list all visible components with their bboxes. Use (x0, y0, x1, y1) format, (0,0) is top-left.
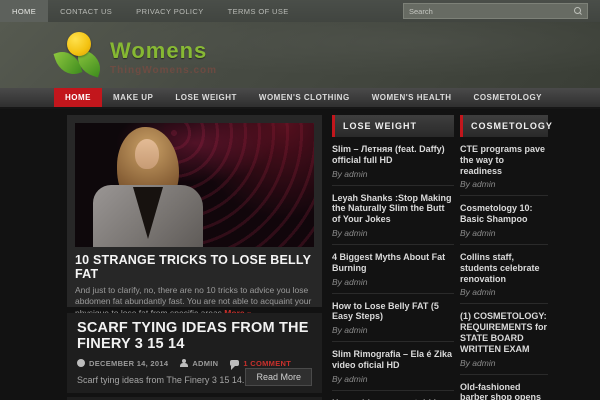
post-meta: DECEMBER 14, 2014 ADMIN 1 COMMENT (77, 358, 312, 371)
post-comments[interactable]: 1 COMMENT (243, 359, 291, 368)
read-more-button[interactable]: Read More (245, 368, 312, 386)
sidebar-post[interactable]: CTE programs pave the way to readiness B… (460, 137, 548, 197)
sidebar-post-byline: By admin (460, 357, 496, 368)
featured-slider: 10 STRANGE TRICKS TO LOSE BELLY FAT And … (67, 115, 322, 338)
sidebar-post-byline: By admin (460, 179, 496, 190)
sidebar-post-title[interactable]: Slim Rimografia – Ela é Zika video ofici… (332, 349, 454, 371)
sidebar-post[interactable]: (1) COSMETOLOGY: REQUIREMENTS for STATE … (460, 304, 548, 375)
sidebar-post[interactable]: Collins staff, students celebrate renova… (460, 245, 548, 305)
sidebar-post-byline: By admin (332, 325, 368, 336)
site-title: Womens (110, 38, 208, 63)
sidebar-post-title[interactable]: How to Lose Belly FAT (5 Easy Steps) (332, 301, 454, 323)
sidebar-post-title[interactable]: Leyah Shanks :Stop Making the Naturally … (332, 193, 454, 225)
topbar-link-contact[interactable]: CONTACT US (48, 0, 124, 22)
sidebar-post-byline: By admin (332, 276, 368, 287)
nav-item-cosmetology[interactable]: COSMETOLOGY (463, 88, 553, 107)
post-title[interactable]: SCARF TYING IDEAS FROM THE FINERY 3 15 1… (77, 320, 312, 353)
sidebar-post-title[interactable]: Old-fashioned barber shop opens in Hamle… (460, 382, 548, 400)
site-logo[interactable]: Womens ThingWomens.com (53, 30, 218, 80)
sidebar-post-title[interactable]: Cosmetology 10: Basic Shampoo (460, 203, 548, 225)
nav-item-womens-health[interactable]: WOMEN'S HEALTH (361, 88, 463, 107)
widget-title: COSMETOLOGY (460, 115, 552, 137)
topbar-link-terms[interactable]: TERMS OF USE (216, 0, 301, 22)
sidebar-post-byline: By admin (332, 168, 368, 179)
sidebar-post-byline: By admin (460, 227, 496, 238)
sidebar-post-title[interactable]: 4 Biggest Myths About Fat Burning (332, 252, 454, 274)
sidebar-post-title[interactable]: Slim – Летняя (feat. Daffy) official ful… (332, 144, 454, 166)
topbar-link-privacy[interactable]: PRIVACY POLICY (124, 0, 215, 22)
featured-post-image[interactable] (75, 123, 314, 247)
slider-post-title[interactable]: 10 STRANGE TRICKS TO LOSE BELLY FAT (75, 253, 314, 281)
site-header: Womens ThingWomens.com (0, 22, 600, 88)
sidebar-post-byline: By admin (332, 373, 368, 384)
post-card: SCARF TYING IDEAS FROM THE FINERY 3 15 1… (67, 313, 322, 393)
search-input[interactable] (409, 6, 574, 16)
search-box (403, 3, 588, 19)
nav-item-lose-weight[interactable]: LOSE WEIGHT (164, 88, 248, 107)
widget-lose-weight: LOSE WEIGHT Slim – Летняя (feat. Daffy) … (332, 115, 454, 400)
post-author[interactable]: ADMIN (192, 359, 218, 368)
search-icon[interactable] (574, 7, 582, 15)
sidebar-post[interactable]: Cosmetology 10: Basic Shampoo By admin (460, 196, 548, 245)
sidebar-post[interactable]: How to Lose Belly FAT (5 Easy Steps) By … (332, 294, 454, 343)
clock-icon (77, 359, 85, 368)
main-navigation: HOME MAKE UP LOSE WEIGHT WOMEN'S CLOTHIN… (0, 88, 600, 109)
site-tagline: ThingWomens.com (110, 65, 218, 76)
widget-title: LOSE WEIGHT (332, 115, 454, 137)
sidebar-post-byline: By admin (460, 287, 496, 298)
sidebar-post[interactable]: Leyah Shanks :Stop Making the Naturally … (332, 186, 454, 245)
nav-item-womens-clothing[interactable]: WOMEN'S CLOTHING (248, 88, 361, 107)
sidebar-post[interactable]: Old-fashioned barber shop opens in Hamle… (460, 375, 548, 400)
topbar-link-home[interactable]: HOME (0, 0, 49, 22)
sidebar-post[interactable]: 4 Biggest Myths About Fat Burning By adm… (332, 245, 454, 294)
sidebar-post-title[interactable]: Collins staff, students celebrate renova… (460, 252, 548, 284)
sidebar-post-byline: By admin (332, 227, 368, 238)
woman-face (135, 139, 159, 169)
widget-cosmetology: COSMETOLOGY CTE programs pave the way to… (460, 115, 552, 400)
flower-sun-logo-icon (53, 30, 105, 80)
nav-item-home[interactable]: HOME (54, 88, 102, 107)
post-date: DECEMBER 14, 2014 (89, 358, 169, 368)
sidebar-post[interactable]: Hampshire woman told by doctors to lose … (332, 391, 454, 400)
sidebar-post[interactable]: Slim Rimografia – Ela é Zika video ofici… (332, 342, 454, 391)
nav-item-makeup[interactable]: MAKE UP (102, 88, 164, 107)
top-utility-bar: HOME CONTACT US PRIVACY POLICY TERMS OF … (0, 0, 600, 22)
content-area: 10 STRANGE TRICKS TO LOSE BELLY FAT And … (0, 111, 600, 400)
author-icon (180, 359, 189, 368)
sidebar-post-title[interactable]: CTE programs pave the way to readiness (460, 144, 548, 176)
comment-icon (230, 360, 240, 371)
sidebar-post[interactable]: Slim – Летняя (feat. Daffy) official ful… (332, 137, 454, 186)
sidebar-post-title[interactable]: (1) COSMETOLOGY: REQUIREMENTS for STATE … (460, 311, 548, 354)
